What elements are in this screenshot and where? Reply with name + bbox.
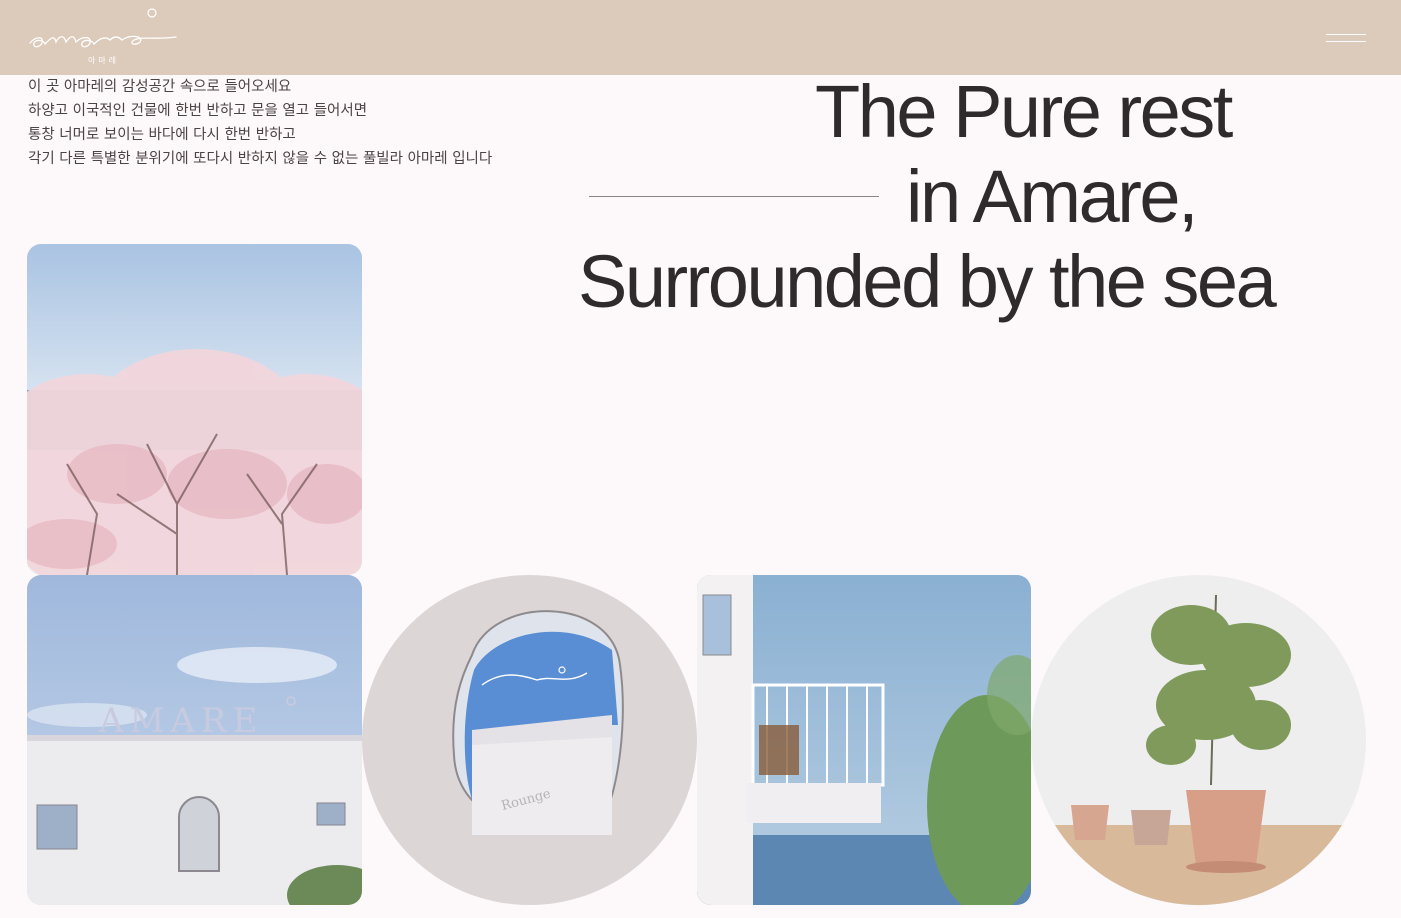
- intro-line: 하양고 이국적인 건물에 한번 반하고 문을 열고 들어서면: [28, 103, 368, 119]
- balcony-photo: [697, 575, 1031, 905]
- building-sign-text: AMARE: [98, 701, 263, 741]
- headline-line-1: The Pure rest: [815, 70, 1233, 153]
- hamburger-menu-icon-line: [1326, 41, 1366, 42]
- intro-line: 통창 너머로 보이는 바다에 다시 한번 반하고: [28, 127, 296, 143]
- headline-line-3: Surrounded by the sea: [578, 240, 1277, 323]
- intro-line: 각기 다른 특별한 분위기에 또다시 반하지 않을 수 없는 풀빌라 아마레 입…: [28, 151, 493, 167]
- intro-text: 이 곳 아마레의 감성공간 속으로 들어오세요 하양고 이국적인 건물에 한번 …: [28, 75, 558, 171]
- menu-button[interactable]: [1322, 28, 1370, 50]
- logo-subtext: 아마레: [87, 56, 120, 65]
- site-header: 아마레: [0, 0, 1401, 75]
- hamburger-menu-icon: [1326, 34, 1366, 35]
- intro-line: 이 곳 아마레의 감성공간 속으로 들어오세요: [28, 79, 292, 95]
- amare-logo[interactable]: 아마레: [26, 6, 181, 68]
- potted-plant-photo: [1031, 575, 1366, 905]
- cherry-blossom-photo: [27, 244, 362, 575]
- headline-divider: [589, 196, 879, 197]
- headline-line-2: in Amare,: [906, 155, 1199, 238]
- amare-building-photo: AMARE: [27, 575, 362, 905]
- mirror-photo: Rounge: [362, 575, 697, 905]
